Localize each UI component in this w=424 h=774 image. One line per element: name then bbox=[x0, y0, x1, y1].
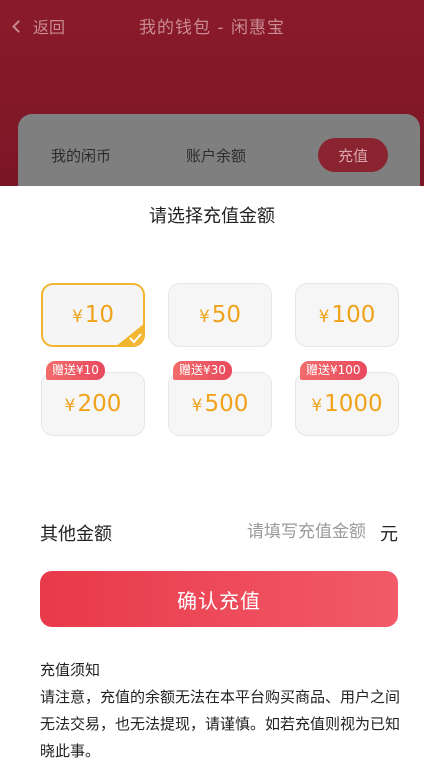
selected-check-icon bbox=[117, 324, 143, 345]
other-amount-label: 其他金额 bbox=[40, 524, 112, 545]
bonus-badge: 赠送¥100 bbox=[300, 361, 367, 380]
currency-symbol: ¥ bbox=[311, 395, 323, 416]
currency-symbol: ¥ bbox=[191, 395, 203, 416]
notice-title: 充值须知 bbox=[40, 661, 101, 679]
page-title: 我的钱包 - 闲惠宝 bbox=[139, 18, 285, 38]
balance-label: 账户余额 bbox=[186, 147, 247, 165]
bonus-badge: 赠送¥10 bbox=[46, 361, 105, 380]
notice-body: 请注意，充值的余额无法在本平台购买商品、用户之间无法交易，也无法提现，请谨慎。如… bbox=[40, 688, 401, 760]
nav-bar: 返回 我的钱包 - 闲惠宝 bbox=[0, 0, 424, 52]
amount-option-200[interactable]: 赠送¥10 ¥200 bbox=[41, 361, 145, 436]
recharge-sheet: 请选择充值金额 ¥10 ¥50 ¥100 赠送¥10 ¥200 赠送¥30 ¥5… bbox=[0, 186, 424, 774]
recharge-button[interactable]: 充值 bbox=[318, 138, 388, 172]
amount-option-10[interactable]: ¥10 bbox=[41, 283, 145, 347]
amount-value: 1000 bbox=[324, 391, 383, 417]
currency-symbol: ¥ bbox=[71, 306, 83, 327]
currency-symbol: ¥ bbox=[198, 306, 210, 327]
amount-value: 200 bbox=[77, 391, 122, 417]
coin-label: 我的闲币 bbox=[51, 147, 112, 165]
currency-symbol: ¥ bbox=[318, 306, 330, 327]
amount-value: 50 bbox=[211, 302, 242, 328]
amount-option-500[interactable]: 赠送¥30 ¥500 bbox=[168, 361, 272, 436]
amount-option-100[interactable]: ¥100 bbox=[295, 283, 399, 347]
currency-symbol: ¥ bbox=[64, 395, 76, 416]
amount-value: 10 bbox=[84, 302, 115, 328]
amount-option-50[interactable]: ¥50 bbox=[168, 283, 272, 347]
confirm-recharge-button[interactable]: 确认充值 bbox=[40, 571, 398, 627]
bonus-badge: 赠送¥30 bbox=[173, 361, 232, 380]
other-amount-input[interactable] bbox=[206, 519, 366, 545]
other-amount-row: 其他金额 元 bbox=[40, 518, 398, 548]
amount-value: 500 bbox=[204, 391, 249, 417]
amount-value: 100 bbox=[331, 302, 376, 328]
unit-label: 元 bbox=[380, 524, 398, 545]
sheet-title: 请选择充值金额 bbox=[149, 206, 275, 227]
amount-option-1000[interactable]: 赠送¥100 ¥1000 bbox=[295, 361, 399, 436]
